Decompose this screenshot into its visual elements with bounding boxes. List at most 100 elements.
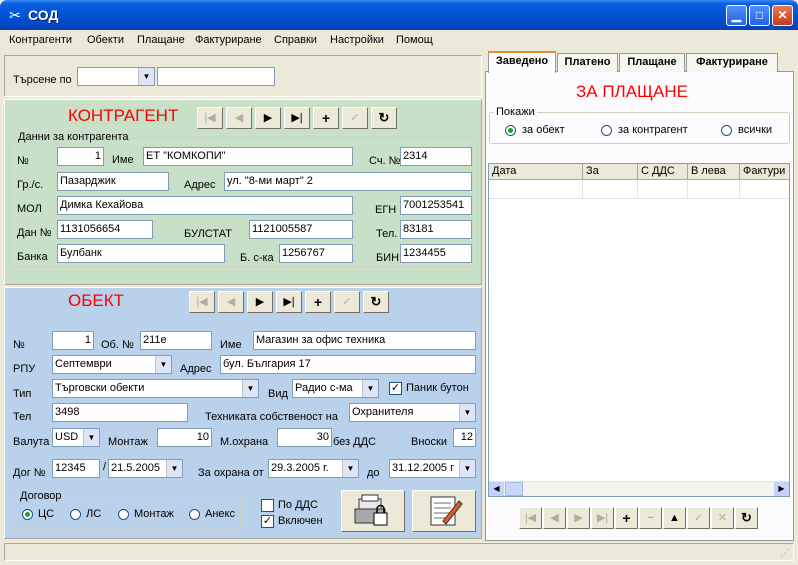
contract-radio-aneks[interactable] — [189, 509, 200, 520]
obekt-tel-field[interactable]: 3498 — [52, 403, 188, 422]
obekt-guard-from-select[interactable]: 29.3.2005 г. ▼ — [268, 459, 359, 478]
kontragent-confirm-button[interactable]: ✓ — [342, 107, 368, 129]
edit-notes-button[interactable] — [412, 490, 476, 532]
obekt-contract-no-label: Дог № — [13, 467, 46, 479]
kontragent-refresh-button[interactable]: ↻ — [371, 107, 397, 129]
show-radio-all[interactable] — [721, 125, 732, 136]
maximize-icon: □ — [755, 8, 764, 22]
scroll-right-button[interactable]: ▶ — [774, 482, 789, 496]
obekt-contract-no-field[interactable]: 12345 — [52, 459, 100, 478]
kontragent-next-button[interactable]: ▶ — [255, 107, 281, 129]
search-label: Търсене по — [13, 74, 72, 86]
grid-up-button[interactable]: ▲ — [663, 507, 686, 529]
print-lock-button[interactable] — [341, 490, 405, 532]
col-date[interactable]: Дата — [489, 164, 583, 180]
tab-plateno[interactable]: Платено — [557, 53, 618, 72]
contract-radio-ls[interactable] — [70, 509, 81, 520]
obekt-install-field[interactable]: 10 — [157, 428, 212, 447]
minimize-button[interactable]: ▁ — [726, 5, 747, 26]
obekt-add-button[interactable]: + — [305, 291, 331, 313]
grid-delete-button[interactable]: − — [639, 507, 662, 529]
grid-first-button[interactable]: |◀ — [519, 507, 542, 529]
obekt-type-select[interactable]: Търговски обекти ▼ — [52, 379, 259, 398]
kontragent-acc-field[interactable]: 2314 — [400, 147, 472, 166]
obekt-last-button[interactable]: ▶| — [276, 291, 302, 313]
close-button[interactable]: ✕ — [772, 5, 793, 26]
maximize-button[interactable]: □ — [749, 5, 770, 26]
obekt-currency-select[interactable]: USD ▼ — [52, 428, 100, 447]
obekt-confirm-button[interactable]: ✓ — [334, 291, 360, 313]
search-input[interactable] — [157, 67, 275, 86]
obekt-next-button[interactable]: ▶ — [247, 291, 273, 313]
grid-next-button[interactable]: ▶ — [567, 507, 590, 529]
kontragent-tel-field[interactable]: 83181 — [400, 220, 472, 239]
kontragent-address-field[interactable]: ул. "8-ми март" 2 — [224, 172, 472, 191]
kontragent-city-label: Гр./с. — [17, 179, 44, 191]
menu-pomosht[interactable]: Помощ — [396, 33, 433, 47]
obekt-name-field[interactable]: Магазин за офис техника — [253, 331, 476, 350]
contract-radio-cs[interactable] — [22, 509, 33, 520]
grid-cancel-button[interactable]: ✕ — [711, 507, 734, 529]
kontragent-name-field[interactable]: ЕТ "КОМКОПИ" — [143, 147, 353, 166]
kontragent-city-field[interactable]: Пазарджик — [57, 172, 169, 191]
menu-kontragenti[interactable]: Контрагенти — [9, 33, 72, 47]
col-invoices[interactable]: Фактури — [740, 164, 789, 180]
table-row[interactable] — [489, 181, 789, 199]
contract-radio-montazh[interactable] — [118, 509, 129, 520]
resize-grip-icon[interactable]: ⋰ — [780, 548, 792, 560]
obekt-address-field[interactable]: бул. България 17 — [220, 355, 476, 374]
grid-confirm-button[interactable]: ✓ — [687, 507, 710, 529]
scroll-thumb[interactable] — [505, 482, 523, 496]
grid-refresh-button[interactable]: ↻ — [735, 507, 758, 529]
kontragent-bin-field[interactable]: 1234455 — [400, 244, 472, 263]
obekt-refresh-button[interactable]: ↻ — [363, 291, 389, 313]
tab-zavedeno[interactable]: Заведено — [488, 51, 556, 73]
kontragent-bulstat-field[interactable]: 1121005587 — [249, 220, 353, 239]
payments-grid[interactable] — [488, 163, 790, 497]
menu-plashtane[interactable]: Плащане — [137, 33, 185, 47]
menu-obekti[interactable]: Обекти — [87, 33, 124, 47]
menu-nastroyki[interactable]: Настройки — [330, 33, 384, 47]
panic-checkbox[interactable]: ✓ — [389, 382, 402, 395]
obekt-prev-button[interactable]: ◀ — [218, 291, 244, 313]
kontragent-add-button[interactable]: + — [313, 107, 339, 129]
obekt-first-button[interactable]: |◀ — [189, 291, 215, 313]
kontragent-prev-button[interactable]: ◀ — [226, 107, 252, 129]
obekt-no-field[interactable]: 1 — [52, 331, 94, 350]
obekt-owner-select[interactable]: Охранителя ▼ — [349, 403, 476, 422]
grid-last-button[interactable]: ▶| — [591, 507, 614, 529]
included-checkbox[interactable]: ✓ — [261, 515, 274, 528]
horizontal-scrollbar[interactable] — [489, 481, 789, 496]
arrow-right-icon: ▶ — [778, 484, 785, 493]
obekt-payments-field[interactable]: 12 — [453, 428, 476, 447]
col-for[interactable]: За — [583, 164, 638, 180]
kontragent-bank-field[interactable]: Булбанк — [57, 244, 225, 263]
obekt-kind-select[interactable]: Радио с-ма ▼ — [292, 379, 379, 398]
kontragent-first-button[interactable]: |◀ — [197, 107, 223, 129]
first-icon: |◀ — [196, 296, 208, 308]
grid-add-button[interactable]: + — [615, 507, 638, 529]
menu-fakturirane[interactable]: Фактуриране — [195, 33, 262, 47]
kontragent-last-button[interactable]: ▶| — [284, 107, 310, 129]
grid-prev-button[interactable]: ◀ — [543, 507, 566, 529]
kontragent-tax-field[interactable]: 1131056654 — [57, 220, 153, 239]
kontragent-bacc-field[interactable]: 1256767 — [279, 244, 353, 263]
obekt-mguard-field[interactable]: 30 — [277, 428, 332, 447]
menu-spravki[interactable]: Справки — [274, 33, 317, 47]
obekt-obno-field[interactable]: 211е — [140, 331, 212, 350]
show-radio-obekt[interactable] — [505, 125, 516, 136]
col-with-vat[interactable]: С ДДС — [638, 164, 688, 180]
show-radio-kontragent[interactable] — [601, 125, 612, 136]
tab-fakturirane[interactable]: Фактуриране — [686, 53, 778, 72]
kontragent-mol-field[interactable]: Димка Кехайова — [57, 196, 353, 215]
tab-plashtane[interactable]: Плащане — [619, 53, 685, 72]
obekt-contract-date-select[interactable]: 21.5.2005 ▼ — [108, 459, 183, 478]
obekt-rpu-select[interactable]: Септември ▼ — [52, 355, 172, 374]
scroll-left-button[interactable]: ◀ — [489, 482, 504, 496]
kontragent-no-field[interactable]: 1 — [57, 147, 104, 166]
vat-checkbox[interactable] — [261, 499, 274, 512]
kontragent-egn-field[interactable]: 7001253541 — [400, 196, 472, 215]
col-in-leva[interactable]: В лева — [688, 164, 740, 180]
search-field-select[interactable]: ▼ — [77, 67, 155, 86]
obekt-guard-to-select[interactable]: 31.12.2005 г ▼ — [389, 459, 476, 478]
